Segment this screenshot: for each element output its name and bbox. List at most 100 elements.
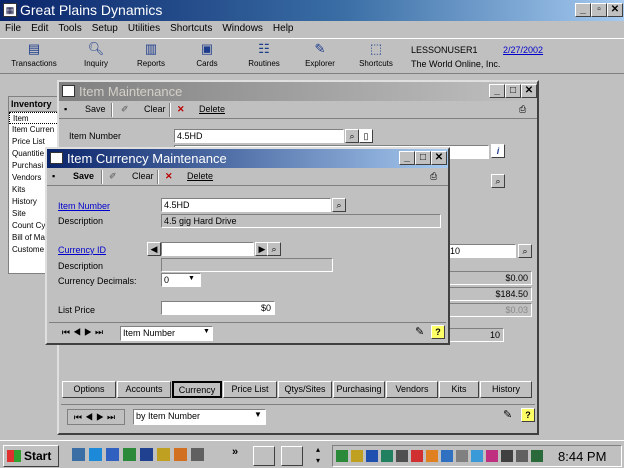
accounts-button[interactable]: Accounts [117, 381, 171, 398]
tray-icon[interactable] [486, 450, 498, 462]
nav-item[interactable]: Item Curren [9, 124, 59, 136]
im-amount-2: $184.50 [444, 287, 532, 301]
ic-currency-id-link[interactable]: Currency ID [58, 245, 106, 255]
tray-icon[interactable] [411, 450, 423, 462]
ic-minimize-button[interactable]: _ [399, 151, 415, 165]
tray-icon[interactable] [471, 450, 483, 462]
ic-currency-decimals-select[interactable]: 0 [161, 273, 201, 287]
im-delete-button[interactable]: Delete [199, 104, 225, 114]
ic-list-price-field[interactable]: $0 [161, 301, 275, 315]
record-navigation[interactable]: ⏮◀▶⏭ [67, 409, 125, 425]
toolbar-routines[interactable]: ☷ Routines [234, 41, 294, 68]
tray-icon[interactable] [351, 450, 363, 462]
start-button[interactable]: Start [3, 445, 59, 467]
chevron-down-icon[interactable]: ▼ [254, 410, 262, 419]
im-maximize-button[interactable]: □ [505, 84, 521, 98]
chevron-down-icon[interactable]: ▼ [203, 328, 210, 335]
quicklaunch-icon[interactable] [106, 448, 119, 461]
im-item-number-field[interactable]: 4.5HD [174, 129, 344, 143]
tray-icon[interactable] [396, 450, 408, 462]
note-icon[interactable]: ✎ [503, 408, 512, 421]
tray-icon[interactable] [441, 450, 453, 462]
tray-icon[interactable] [501, 450, 513, 462]
chevron-down-icon[interactable]: ▼ [188, 275, 195, 282]
menu-setup[interactable]: Setup [87, 21, 123, 34]
tray-icon[interactable] [516, 450, 528, 462]
menu-utilities[interactable]: Utilities [123, 21, 165, 34]
ic-close-button[interactable]: ✕ [431, 151, 447, 165]
ic-item-number-field[interactable]: 4.5HD [161, 198, 331, 212]
help-icon[interactable]: ? [521, 408, 535, 422]
toolbar-cards[interactable]: ▣ Cards [177, 41, 237, 68]
im-save-button[interactable]: Save [85, 104, 106, 114]
toolbar-explorer[interactable]: ✎ Explorer [290, 41, 350, 68]
print-icon[interactable]: ⎙ [519, 104, 526, 115]
quicklaunch-icon[interactable] [191, 448, 204, 461]
toolbar-inquiry[interactable]: 🔍︎ Inquiry [66, 41, 126, 68]
quicklaunch-icon[interactable] [140, 448, 153, 461]
user-date-link[interactable]: 2/27/2002 [503, 45, 543, 55]
more-icon[interactable]: » [232, 446, 238, 458]
lookup-icon[interactable]: ⌕ [332, 198, 346, 212]
toolbar-transactions[interactable]: ▤ Transactions [4, 41, 64, 68]
note-icon[interactable]: ▯ [359, 129, 373, 143]
menu-edit[interactable]: Edit [26, 21, 53, 34]
tray-icon[interactable] [336, 450, 348, 462]
browser-icon[interactable] [89, 448, 102, 461]
price-list-button[interactable]: Price List [223, 381, 277, 398]
toolbar-shortcuts[interactable]: ⬚ Shortcuts [346, 41, 406, 68]
help-icon[interactable]: ? [431, 325, 445, 339]
note-icon[interactable]: ✎ [415, 325, 424, 338]
ic-clear-button[interactable]: Clear [132, 171, 154, 181]
ic-save-button[interactable]: Save [73, 171, 94, 181]
info-icon[interactable]: i [491, 144, 505, 158]
currency-button[interactable]: Currency [172, 381, 222, 398]
quicklaunch-icon[interactable] [174, 448, 187, 461]
ic-item-number-link[interactable]: Item Number [58, 201, 110, 211]
taskbar-scroll-arrows[interactable]: ▴ ▾ [316, 444, 320, 466]
lookup-icon[interactable]: ⌕ [267, 242, 281, 256]
quicklaunch-icon[interactable] [157, 448, 170, 461]
menu-shortcuts[interactable]: Shortcuts [165, 21, 217, 34]
vendors-button[interactable]: Vendors [386, 381, 438, 398]
ic-browse-by-select[interactable]: Item Number [120, 326, 213, 341]
lookup-icon[interactable]: ⌕ [491, 174, 505, 188]
minimize-button[interactable]: _ [575, 3, 591, 17]
ic-delete-button[interactable]: Delete [187, 171, 213, 181]
record-navigation[interactable]: ⏮◀▶⏭ [55, 326, 113, 340]
quicklaunch-icon[interactable] [72, 448, 85, 461]
taskbar-window-button[interactable] [253, 446, 275, 466]
im-clear-button[interactable]: Clear [144, 104, 166, 114]
menu-windows[interactable]: Windows [217, 21, 268, 34]
im-currency-suffix-field[interactable]: -10 [444, 244, 516, 258]
menu-file[interactable]: File [0, 21, 26, 34]
im-close-button[interactable]: ✕ [521, 84, 537, 98]
clock[interactable]: 8:44 PM [558, 449, 606, 464]
options-button[interactable]: Options [62, 381, 116, 398]
previous-arrow-icon[interactable]: ◀ [147, 242, 161, 256]
history-button[interactable]: History [480, 381, 532, 398]
close-button[interactable]: ✕ [607, 3, 623, 17]
tray-icon[interactable] [426, 450, 438, 462]
qtys-sites-button[interactable]: Qtys/Sites [278, 381, 332, 398]
tray-icon[interactable] [531, 450, 543, 462]
menu-help[interactable]: Help [268, 21, 299, 34]
print-icon[interactable]: ⎙ [430, 171, 437, 182]
kits-button[interactable]: Kits [439, 381, 479, 398]
lookup-icon[interactable]: ⌕ [518, 244, 532, 258]
tray-icon[interactable] [456, 450, 468, 462]
im-minimize-button[interactable]: _ [489, 84, 505, 98]
ic-maximize-button[interactable]: □ [415, 151, 431, 165]
excel-icon[interactable] [123, 448, 136, 461]
restore-button[interactable]: ▫ [591, 3, 607, 17]
lookup-icon[interactable]: ⌕ [345, 129, 359, 143]
tray-icon[interactable] [381, 450, 393, 462]
taskbar-window-button[interactable] [281, 446, 303, 466]
im-browse-by-select[interactable]: by Item Number [133, 409, 266, 425]
menu-tools[interactable]: Tools [53, 21, 86, 34]
nav-item[interactable]: Item [9, 112, 59, 124]
tray-icon[interactable] [366, 450, 378, 462]
ic-currency-id-field[interactable] [161, 242, 254, 256]
purchasing-button[interactable]: Purchasing [333, 381, 385, 398]
toolbar-reports[interactable]: ▥ Reports [121, 41, 181, 68]
